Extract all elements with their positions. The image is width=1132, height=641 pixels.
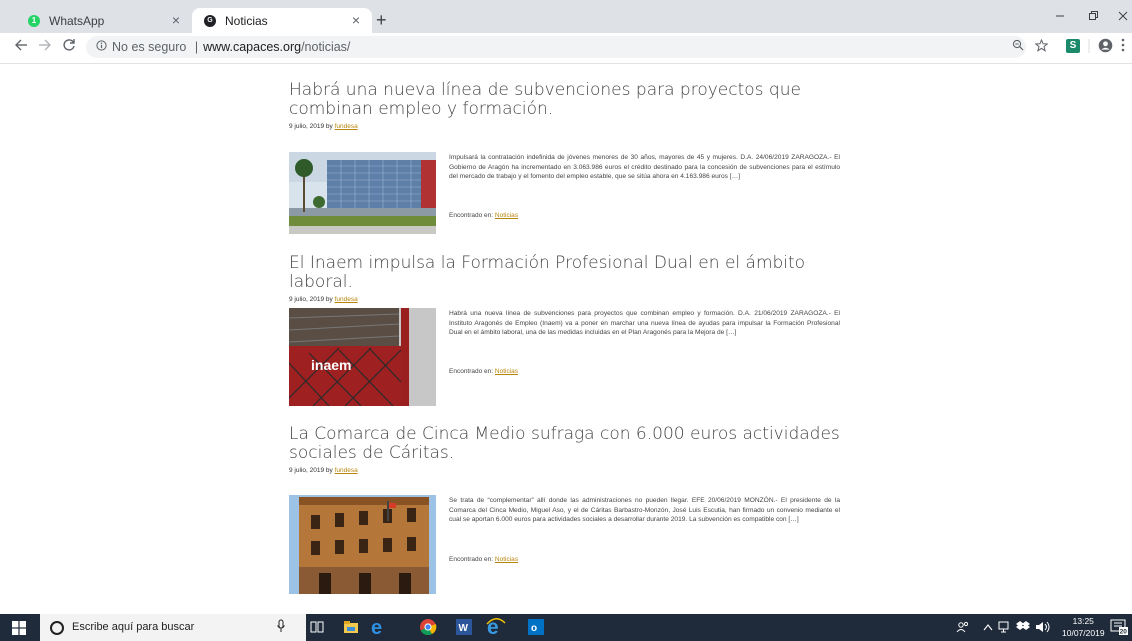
post-thumbnail[interactable] [289,495,436,594]
show-hidden-icons-chevron-up-icon[interactable] [983,622,993,634]
url-domain: www.capaces.org [203,40,302,54]
security-status: No es seguro [112,40,187,54]
svg-text:e: e [371,617,382,637]
new-tab-button[interactable]: + [376,10,387,31]
info-icon[interactable] [96,36,107,58]
news-post: Habrá una nueva línea de subvenciones pa… [289,81,841,234]
tab-noticias[interactable]: G Noticias × [192,8,372,33]
dropbox-icon[interactable] [1016,621,1030,636]
found-in-label: Encontrado en: [449,556,494,563]
close-tab-icon[interactable]: × [172,12,180,28]
edge-legacy-icon[interactable]: e [370,617,388,640]
post-excerpt: Se trata de “complementar” allí donde la… [449,497,840,523]
toolbar-divider [1088,38,1090,57]
found-in-label: Encontrado en: [449,368,494,375]
post-title[interactable]: El Inaem impulsa la Formación Profesiona… [289,254,841,292]
volume-icon[interactable] [1035,621,1051,636]
extension-icon[interactable]: S [1066,39,1080,53]
inaem-building-photo: inaem [289,308,436,406]
reload-icon[interactable] [62,38,76,56]
microphone-icon[interactable] [276,619,286,636]
windows-start-icon[interactable] [12,621,26,635]
profile-avatar-icon[interactable] [1098,38,1113,56]
task-view-icon[interactable] [310,620,324,637]
post-meta: 9 julio, 2019 by fundesa [289,123,841,130]
post-title[interactable]: La Comarca de Cinca Medio sufraga con 6.… [289,425,841,463]
tab-title: WhatsApp [49,13,105,28]
address-bar[interactable]: No es seguro | www.capaces.org/noticias/ [86,36,1026,58]
category-link[interactable]: Noticias [495,556,518,563]
forward-arrow-icon[interactable] [38,38,52,56]
post-excerpt: Impulsará la contratación indefinida de … [449,154,840,180]
news-post: La Comarca de Cinca Medio sufraga con 6.… [289,425,841,594]
tab-whatsapp[interactable]: 1 WhatsApp × [16,8,192,33]
menu-kebab-icon[interactable] [1121,38,1125,55]
post-by: by [325,296,333,303]
category-link[interactable]: Noticias [495,368,518,375]
address-text: No es seguro | www.capaces.org/noticias/ [112,36,350,58]
post-thumbnail[interactable]: inaem [289,308,436,406]
news-post: El Inaem impulsa la Formación Profesiona… [289,254,841,406]
whatsapp-icon: 1 [28,14,40,27]
browser-toolbar: No es seguro | www.capaces.org/noticias/ … [0,33,1132,64]
people-icon[interactable] [956,621,970,636]
post-author-link[interactable]: fundesa [335,467,358,474]
minimize-icon[interactable] [1055,8,1065,24]
tab-strip: 1 WhatsApp × G Noticias × + [0,0,1132,33]
post-meta: 9 julio, 2019 by fundesa [289,296,841,303]
post-category: Encontrado en: Noticias [449,556,518,563]
back-arrow-icon[interactable] [14,38,28,56]
maximize-icon[interactable] [1088,8,1098,24]
url-path: /noticias/ [301,40,351,54]
outlook-icon[interactable]: o [527,618,545,639]
cortana-icon [50,621,64,635]
building-photo [289,152,436,234]
post-date: 9 julio, 2019 [289,123,325,130]
inaem-logo-text: inaem [311,357,351,373]
found-in-label: Encontrado en: [449,212,494,219]
site-favicon-icon: G [204,14,216,27]
file-explorer-icon[interactable] [343,620,359,637]
post-by: by [325,123,333,130]
zoom-icon[interactable] [1012,39,1024,54]
clock-date: 10/07/2019 [1062,628,1105,638]
page-content: Habrá una nueva línea de subvenciones pa… [0,64,1132,614]
chrome-icon[interactable] [419,618,437,639]
bookmark-star-icon[interactable] [1034,38,1049,55]
close-tab-icon[interactable]: × [352,12,360,28]
post-excerpt: Habrá una nueva línea de subvenciones pa… [449,310,840,336]
post-date: 9 julio, 2019 [289,467,325,474]
action-center-notifications-icon[interactable]: 20 [1110,619,1128,638]
post-category: Encontrado en: Noticias [449,212,518,219]
address-separator: | [194,40,199,54]
search-placeholder: Escribe aquí para buscar [72,621,195,633]
post-title[interactable]: Habrá una nueva línea de subvenciones pa… [289,81,841,119]
network-icon[interactable] [998,621,1012,636]
post-category: Encontrado en: Noticias [449,368,518,375]
system-clock[interactable]: 13:25 10/07/2019 [1062,615,1105,639]
taskbar-search-input[interactable]: Escribe aquí para buscar [40,614,306,641]
post-meta: 9 julio, 2019 by fundesa [289,467,841,474]
tab-title: Noticias [225,13,268,28]
comarca-building-photo [289,495,436,594]
post-date: 9 julio, 2019 [289,296,325,303]
post-thumbnail[interactable] [289,152,436,234]
notification-count: 20 [1120,629,1128,636]
internet-explorer-icon[interactable]: e [486,616,506,641]
post-author-link[interactable]: fundesa [335,296,358,303]
post-author-link[interactable]: fundesa [335,123,358,130]
word-icon[interactable]: W [455,618,473,639]
clock-time: 13:25 [1072,616,1094,626]
taskbar: Escribe aquí para buscar e W e o 13:25 1… [0,614,1132,641]
category-link[interactable]: Noticias [495,212,518,219]
svg-text:W: W [459,623,469,634]
window-close-icon[interactable] [1118,8,1128,24]
svg-text:o: o [531,623,537,634]
post-by: by [325,467,333,474]
